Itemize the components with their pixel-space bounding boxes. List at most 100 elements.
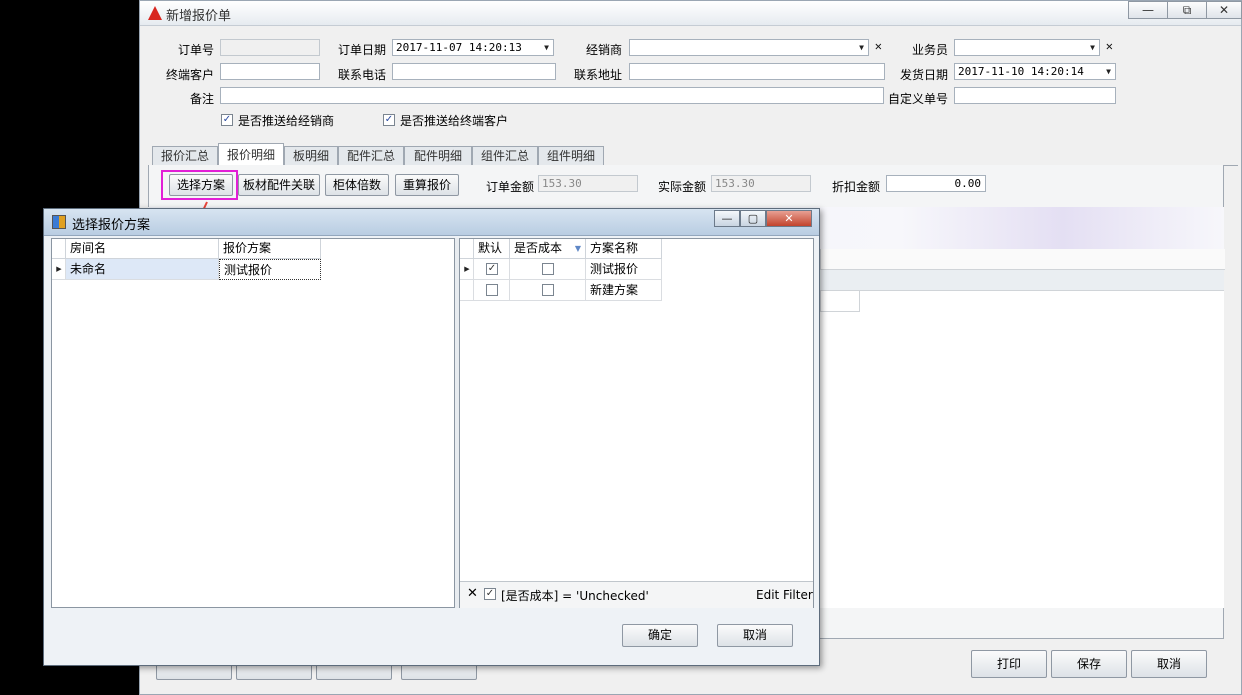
room-grid[interactable]: 房间名 报价方案 ▶ 未命名 测试报价 (51, 238, 455, 608)
select-plan-button[interactable]: 选择方案 (169, 174, 233, 196)
table-cell-cost[interactable] (510, 280, 586, 301)
end-customer-label: 终端客户 (165, 68, 214, 82)
default-checkbox[interactable] (486, 284, 498, 296)
ship-date-value: 2017-11-10 14:20:14 (958, 65, 1084, 78)
cancel-button[interactable]: 取消 (1131, 650, 1207, 678)
dealer-label: 经销商 (585, 43, 622, 57)
edit-filter-link[interactable]: Edit Filter (756, 588, 813, 602)
column-header-plan[interactable]: 报价方案 (219, 239, 321, 259)
order-date-label: 订单日期 (337, 43, 386, 57)
minimize-icon[interactable]: — (714, 210, 740, 227)
column-header-room[interactable]: 房间名 (66, 239, 219, 259)
salesman-label: 业务员 (911, 43, 948, 57)
actual-amount-label: 实际金额 (657, 180, 706, 194)
row-indicator: ▶ (460, 259, 474, 280)
grid-cell[interactable] (820, 291, 860, 312)
main-titlebar[interactable]: 新增报价单 — ⧉ ✕ (140, 1, 1242, 26)
tab-accessory-detail[interactable]: 配件明细 (404, 146, 472, 165)
recalc-button[interactable]: 重算报价 (395, 174, 459, 196)
phone-input[interactable] (392, 63, 556, 80)
clear-icon[interactable]: ✕ (875, 39, 882, 54)
order-date-picker[interactable]: 2017-11-07 14:20:13 ▼ (392, 39, 554, 56)
order-no-field (220, 39, 320, 56)
restore-icon[interactable]: ⧉ (1167, 1, 1207, 19)
order-no-label: 订单号 (177, 43, 214, 57)
dealer-combo[interactable]: ▼ ✕ (629, 39, 882, 56)
row-indicator: ▶ (52, 259, 66, 280)
board-accessory-button[interactable]: 板材配件关联 (238, 174, 320, 196)
order-date-value: 2017-11-07 14:20:13 (396, 41, 522, 54)
tab-quote-summary[interactable]: 报价汇总 (152, 146, 218, 165)
column-header-default[interactable]: 默认 (474, 239, 510, 259)
grid-row[interactable] (820, 270, 1224, 291)
table-cell-plan-name[interactable]: 测试报价 (586, 259, 662, 280)
plan-grid[interactable]: 默认 是否成本 ▼ 方案名称 ▶ ✓ 测试报价 新建方案 ✕ ✓ [是否成本] … (459, 238, 814, 608)
cost-checkbox[interactable] (542, 263, 554, 275)
close-icon[interactable]: ✕ (766, 210, 812, 227)
discount-label: 折扣金额 (831, 180, 880, 194)
dialog-app-icon (52, 215, 66, 229)
ok-button[interactable]: 确定 (622, 624, 698, 647)
tab-component-detail[interactable]: 组件明细 (538, 146, 604, 165)
table-cell-default[interactable] (474, 280, 510, 301)
push-dealer-checkbox[interactable]: ✓ (221, 114, 233, 126)
select-plan-dialog: 选择报价方案 — ▢ ✕ 房间名 报价方案 ▶ 未命名 测试报价 默认 是否成本… (43, 208, 820, 666)
table-cell-default[interactable]: ✓ (474, 259, 510, 280)
column-header-cost-label: 是否成本 (514, 241, 563, 255)
table-cell-plan-name[interactable]: 新建方案 (586, 280, 662, 301)
print-button[interactable]: 打印 (971, 650, 1047, 678)
address-label: 联系地址 (573, 68, 622, 82)
dialog-titlebar[interactable]: 选择报价方案 — ▢ ✕ (44, 209, 819, 236)
cabinet-multiple-button[interactable]: 柜体倍数 (325, 174, 389, 196)
push-end-customer-label: 是否推送给终端客户 (400, 114, 509, 128)
tab-board-detail[interactable]: 板明细 (284, 146, 338, 165)
close-filter-icon[interactable]: ✕ (467, 586, 478, 601)
column-header-cost[interactable]: 是否成本 ▼ (510, 239, 586, 259)
row-indicator (460, 280, 474, 301)
remark-input[interactable] (220, 87, 884, 104)
default-checkbox-checked[interactable]: ✓ (486, 263, 498, 275)
save-button[interactable]: 保存 (1051, 650, 1127, 678)
remark-label: 备注 (189, 92, 214, 106)
close-icon[interactable]: ✕ (1206, 1, 1242, 19)
dialog-cancel-button[interactable]: 取消 (717, 624, 793, 647)
row-indicator-header (460, 239, 474, 259)
tab-component-summary[interactable]: 组件汇总 (472, 146, 538, 165)
filter-enable-checkbox[interactable]: ✓ (484, 588, 496, 600)
row-indicator-header (52, 239, 66, 259)
restore-icon[interactable]: ▢ (740, 210, 766, 227)
column-header-plan-name[interactable]: 方案名称 (586, 239, 662, 259)
chevron-down-icon[interactable]: ▼ (1090, 40, 1095, 55)
filter-panel: ✕ ✓ [是否成本] = 'Unchecked' Edit Filter (460, 581, 813, 608)
table-cell-cost[interactable] (510, 259, 586, 280)
custom-no-label: 自定义单号 (887, 92, 948, 106)
ship-date-label: 发货日期 (899, 68, 948, 82)
filter-text[interactable]: [是否成本] = 'Unchecked' (501, 587, 649, 604)
caret-right-icon: ▶ (464, 265, 470, 273)
table-cell-room[interactable]: 未命名 (66, 259, 219, 280)
chevron-down-icon[interactable]: ▼ (859, 40, 864, 55)
push-dealer-label: 是否推送给经销商 (238, 114, 335, 128)
salesman-combo[interactable]: ▼ ✕ (954, 39, 1113, 56)
end-customer-input[interactable] (220, 63, 320, 80)
address-input[interactable] (629, 63, 885, 80)
table-cell-plan[interactable]: 测试报价 (219, 259, 321, 280)
cost-checkbox[interactable] (542, 284, 554, 296)
clear-icon[interactable]: ✕ (1106, 39, 1113, 54)
minimize-icon[interactable]: — (1128, 1, 1168, 19)
tab-accessory-summary[interactable]: 配件汇总 (338, 146, 404, 165)
actual-amount-field: 153.30 (711, 175, 811, 192)
push-end-customer-checkbox[interactable]: ✓ (383, 114, 395, 126)
grid-header (820, 249, 1225, 270)
tab-strip: 报价汇总 报价明细 板明细 配件汇总 配件明细 组件汇总 组件明细 (148, 143, 1238, 166)
phone-label: 联系电话 (337, 68, 386, 82)
filter-icon[interactable]: ▼ (575, 239, 581, 258)
chevron-down-icon[interactable]: ▼ (1106, 64, 1111, 79)
chevron-down-icon[interactable]: ▼ (544, 40, 549, 55)
tab-quote-detail[interactable]: 报价明细 (218, 143, 284, 166)
discount-input[interactable]: 0.00 (886, 175, 986, 192)
custom-no-input[interactable] (954, 87, 1116, 104)
app-logo-icon (148, 6, 162, 20)
ship-date-picker[interactable]: 2017-11-10 14:20:14 ▼ (954, 63, 1116, 80)
main-window-title: 新增报价单 (166, 9, 232, 24)
